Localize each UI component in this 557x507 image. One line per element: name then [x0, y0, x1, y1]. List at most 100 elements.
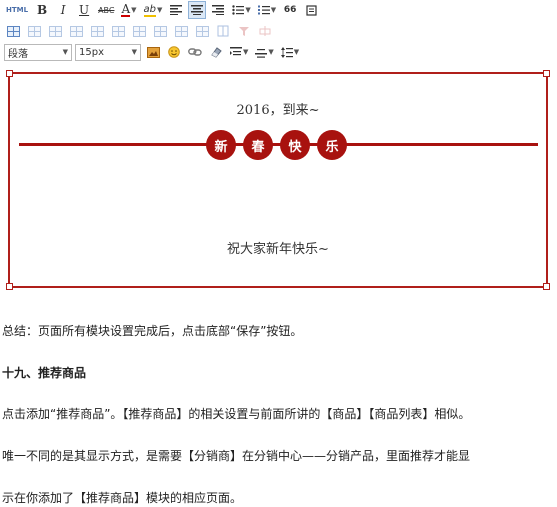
cell-align-icon	[217, 25, 229, 37]
bold-icon: B	[36, 3, 48, 17]
resize-handle-top-right[interactable]	[543, 70, 550, 77]
poster-greeting: 祝大家新年快乐~	[227, 242, 329, 257]
toolbar-row-table	[4, 21, 274, 41]
chevron-down-icon: ▼	[131, 6, 137, 14]
badge-char: 快	[280, 130, 310, 160]
font-size-select[interactable]: 15px ▼	[75, 43, 141, 61]
blockquote-button[interactable]: 66	[281, 1, 299, 19]
insert-emoticon-button[interactable]	[165, 43, 183, 61]
insert-row-below-button[interactable]	[46, 22, 64, 40]
paste-text-button[interactable]	[302, 1, 320, 19]
toolbar-row-formatting: HTML B I U ABC A ▼ ab ▼ ▼ ▼ 66	[4, 0, 320, 20]
poster-module[interactable]: 2016，到来~ 新 春 快 乐 祝大家新年快乐~	[6, 70, 550, 290]
line-spacing-button[interactable]: ▼	[228, 43, 250, 61]
highlight-button[interactable]: ab ▼	[142, 1, 165, 19]
filter-icon	[239, 27, 249, 36]
toolbar-row-insert: 段落 ▼ 15px ▼ ▼ ▼ ▼	[4, 42, 301, 62]
col-right-icon	[111, 25, 125, 37]
chevron-down-icon: ▼	[245, 6, 251, 14]
italic-icon: I	[60, 3, 66, 17]
strikethrough-button[interactable]: ABC	[96, 1, 116, 19]
badge-char: 春	[243, 130, 273, 160]
bullet-list-icon	[232, 5, 245, 15]
insert-table-button[interactable]	[4, 22, 22, 40]
chevron-down-icon: ▼	[293, 48, 300, 56]
image-icon	[146, 46, 160, 58]
poster-title: 2016，到来~	[236, 103, 320, 118]
align-center-button[interactable]	[188, 1, 207, 19]
font-color-icon: A	[121, 2, 131, 17]
badge-char: 乐	[317, 130, 347, 160]
insert-link-button[interactable]	[186, 43, 204, 61]
quote-icon: 66	[283, 5, 297, 15]
chevron-down-icon: ▼	[62, 48, 68, 56]
cell-align-button[interactable]	[214, 22, 232, 40]
delete-table-icon	[195, 25, 209, 37]
insert-col-left-button[interactable]	[88, 22, 106, 40]
delete-col-icon	[132, 25, 146, 37]
line-height-icon	[280, 46, 293, 58]
align-right-button[interactable]	[209, 1, 227, 19]
paragraph-spacing-icon	[230, 46, 242, 55]
delete-row-button[interactable]	[67, 22, 85, 40]
align-right-icon	[212, 5, 225, 15]
html-icon: HTML	[6, 6, 29, 14]
paste-icon	[306, 4, 317, 16]
strikethrough-icon: ABC	[98, 5, 115, 15]
numbered-list-icon	[257, 5, 270, 15]
table-properties-button[interactable]	[235, 22, 253, 40]
delete-row-icon	[69, 25, 83, 37]
paragraph-2: 唯一不同的是其显示方式，是需要【分销商】在分销中心——分销产品，里面推荐才能显	[2, 449, 471, 463]
underline-button[interactable]: U	[75, 1, 93, 19]
chevron-down-icon: ▼	[270, 6, 277, 14]
align-center-icon	[191, 5, 204, 15]
italic-button[interactable]: I	[54, 1, 72, 19]
table-delete-icon	[259, 26, 271, 36]
split-cells-icon	[174, 25, 188, 37]
paragraph-spacing-button[interactable]: ▼	[253, 43, 275, 61]
col-left-icon	[90, 25, 104, 37]
delete-col-button[interactable]	[130, 22, 148, 40]
merge-cells-button[interactable]	[151, 22, 169, 40]
greeting-badges: 新 春 快 乐	[206, 130, 347, 160]
smiley-icon	[168, 46, 180, 58]
merge-cells-icon	[153, 25, 167, 37]
align-left-button[interactable]	[167, 1, 185, 19]
clear-format-button[interactable]	[207, 43, 225, 61]
paragraph-format-select[interactable]: 段落 ▼	[4, 43, 72, 61]
badge-char: 新	[206, 130, 236, 160]
resize-handle-bottom-right[interactable]	[543, 283, 550, 290]
unordered-list-button[interactable]: ▼	[230, 1, 252, 19]
chevron-down-icon: ▼	[131, 48, 137, 56]
chevron-down-icon: ▼	[243, 48, 249, 56]
table-icon	[6, 25, 20, 37]
align-left-icon	[170, 5, 183, 15]
row-below-icon	[48, 25, 62, 37]
eraser-icon	[211, 47, 222, 58]
chevron-down-icon: ▼	[268, 48, 274, 56]
row-spacing-button[interactable]: ▼	[279, 43, 301, 61]
editor-toolbar: HTML B I U ABC A ▼ ab ▼ ▼ ▼ 66 段落 ▼ 15px…	[0, 0, 557, 64]
paragraph-format-value: 段落	[8, 48, 28, 60]
resize-handle-top-left[interactable]	[6, 70, 13, 77]
font-size-value: 15px	[79, 46, 104, 58]
section-heading: 十九、推荐商品	[2, 366, 87, 380]
row-above-icon	[27, 25, 41, 37]
insert-col-right-button[interactable]	[109, 22, 127, 40]
split-cells-button[interactable]	[172, 22, 190, 40]
resize-handle-bottom-left[interactable]	[6, 283, 13, 290]
paragraph-3: 示在你添加了【推荐商品】模块的相应页面。	[2, 491, 243, 505]
chevron-down-icon: ▼	[157, 6, 163, 14]
insert-image-button[interactable]	[144, 43, 162, 61]
paragraph-1: 点击添加“推荐商品”。【推荐商品】的相关设置与前面所讲的【商品】【商品列表】相似…	[2, 407, 471, 421]
spacing-icon	[255, 48, 268, 58]
html-source-button[interactable]: HTML	[4, 1, 30, 19]
insert-row-above-button[interactable]	[25, 22, 43, 40]
ordered-list-button[interactable]: ▼	[256, 1, 278, 19]
bold-button[interactable]: B	[33, 1, 51, 19]
font-color-button[interactable]: A ▼	[119, 1, 138, 19]
highlight-icon: ab	[143, 3, 157, 17]
summary-text: 总结：页面所有模块设置完成后，点击底部“保存”按钮。	[2, 324, 303, 338]
delete-table-button[interactable]	[193, 22, 211, 40]
delete-table-props-button[interactable]	[256, 22, 274, 40]
